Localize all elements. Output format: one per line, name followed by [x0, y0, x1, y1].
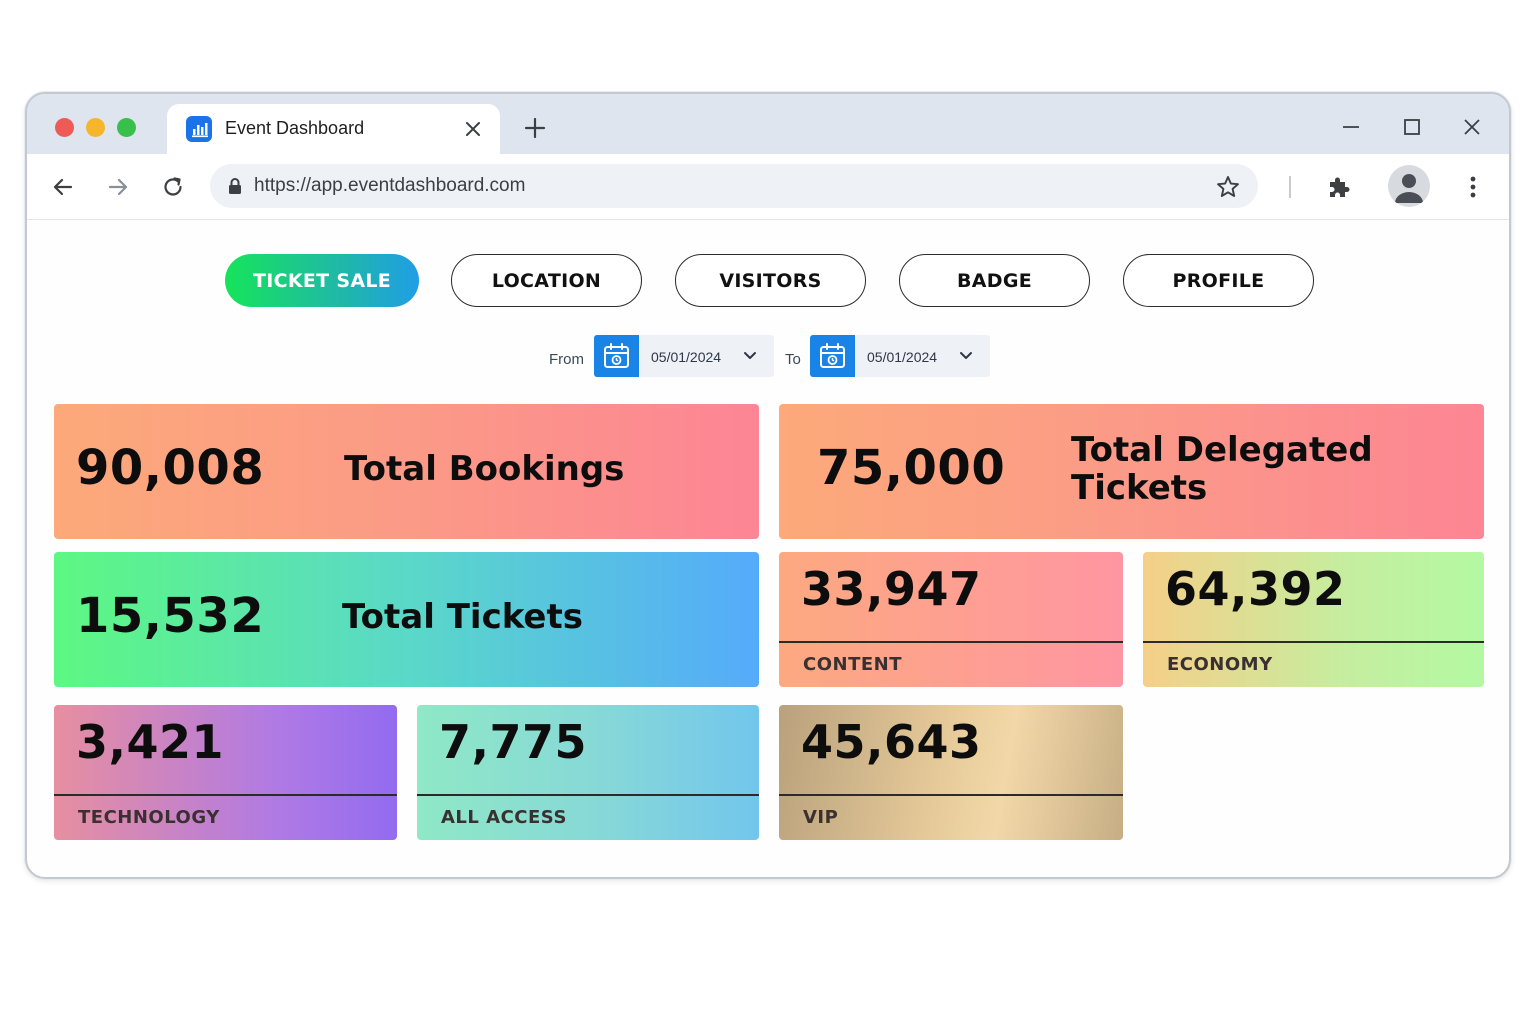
- browser-tab[interactable]: Event Dashboard: [167, 104, 500, 156]
- tab-profile[interactable]: PROFILE: [1123, 254, 1314, 307]
- tab-title: Event Dashboard: [225, 118, 365, 138]
- forward-arrow-icon[interactable]: [105, 174, 131, 200]
- all-access-value: 7,775: [439, 715, 588, 769]
- to-date-value: 05/01/2024: [867, 349, 938, 365]
- to-label: To: [785, 351, 801, 368]
- technology-card: 3,421 TECHNOLOGY: [54, 705, 397, 840]
- content-value: 33,947: [801, 562, 982, 616]
- dashboard-content: TICKET SALE LOCATION VISITORS BADGE PROF…: [27, 221, 1509, 877]
- divider: [417, 794, 759, 796]
- content-label: CONTENT: [803, 654, 902, 675]
- calendar-icon[interactable]: [594, 335, 639, 377]
- maximize-window-dot[interactable]: [117, 118, 136, 137]
- reload-icon[interactable]: [160, 174, 186, 200]
- economy-label: ECONOMY: [1167, 654, 1273, 675]
- economy-card: 64,392 ECONOMY: [1143, 552, 1484, 687]
- close-window-dot[interactable]: [55, 118, 74, 137]
- minimize-icon[interactable]: [1340, 116, 1362, 138]
- total-tickets-card: 15,532 Total Tickets: [54, 552, 759, 687]
- total-tickets-label: Total Tickets: [342, 597, 583, 637]
- content-card: 33,947 CONTENT: [779, 552, 1123, 687]
- from-date-value: 05/01/2024: [651, 349, 722, 365]
- browser-window: Event Dashboard https://app.eventdashboa…: [25, 92, 1511, 879]
- divider: [779, 794, 1123, 796]
- back-arrow-icon[interactable]: [50, 174, 76, 200]
- tab-ticket-sale[interactable]: TICKET SALE: [225, 254, 419, 307]
- browser-toolbar: https://app.eventdashboard.com: [27, 154, 1509, 220]
- total-bookings-card: 90,008 Total Bookings: [54, 404, 759, 539]
- technology-value: 3,421: [76, 715, 225, 769]
- tab-bar: Event Dashboard: [27, 94, 1509, 156]
- to-date-picker[interactable]: 05/01/2024: [810, 335, 990, 377]
- profile-avatar[interactable]: [1388, 165, 1430, 207]
- kebab-menu-icon[interactable]: [1463, 174, 1483, 200]
- from-label: From: [549, 351, 584, 368]
- chevron-down-icon[interactable]: [742, 349, 758, 363]
- all-access-card: 7,775 ALL ACCESS: [417, 705, 759, 840]
- tab-visitors[interactable]: VISITORS: [675, 254, 866, 307]
- close-tab-icon[interactable]: [463, 119, 483, 139]
- bookmark-star-icon[interactable]: [1215, 174, 1241, 200]
- vip-card: 45,643 VIP: [779, 705, 1123, 840]
- url-text: https://app.eventdashboard.com: [254, 175, 526, 196]
- lock-icon: [226, 177, 244, 195]
- total-tickets-value: 15,532: [76, 588, 265, 644]
- technology-label: TECHNOLOGY: [78, 807, 220, 828]
- total-delegated-card: 75,000 Total Delegated Tickets: [779, 404, 1484, 539]
- economy-value: 64,392: [1165, 562, 1346, 616]
- total-bookings-label: Total Bookings: [344, 449, 625, 489]
- close-icon[interactable]: [1461, 116, 1483, 138]
- extensions-puzzle-icon[interactable]: [1325, 173, 1353, 201]
- all-access-label: ALL ACCESS: [441, 807, 567, 828]
- new-tab-icon[interactable]: [523, 116, 547, 140]
- total-delegated-value: 75,000: [817, 440, 1006, 496]
- chevron-down-icon[interactable]: [958, 349, 974, 363]
- calendar-icon[interactable]: [810, 335, 855, 377]
- divider: [1143, 641, 1484, 643]
- address-bar[interactable]: https://app.eventdashboard.com: [210, 164, 1258, 208]
- minimize-window-dot[interactable]: [86, 118, 105, 137]
- from-date-picker[interactable]: 05/01/2024: [594, 335, 774, 377]
- divider: [54, 794, 397, 796]
- total-delegated-label-line1: Total Delegated: [1071, 430, 1373, 470]
- maximize-icon[interactable]: [1401, 116, 1423, 138]
- divider: [779, 641, 1123, 643]
- tab-location[interactable]: LOCATION: [451, 254, 642, 307]
- tab-badge[interactable]: BADGE: [899, 254, 1090, 307]
- toolbar-divider: [1289, 176, 1291, 198]
- total-delegated-label-line2: Tickets: [1071, 468, 1208, 508]
- vip-value: 45,643: [801, 715, 982, 769]
- total-bookings-value: 90,008: [76, 440, 265, 496]
- vip-label: VIP: [803, 807, 839, 828]
- bar-chart-icon: [186, 116, 212, 142]
